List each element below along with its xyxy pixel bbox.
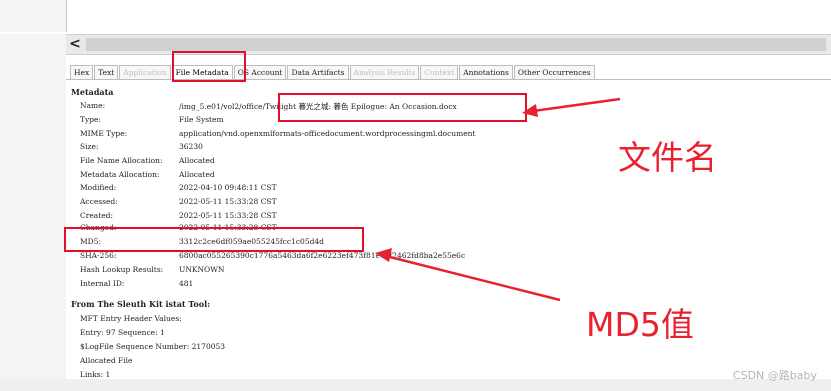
watermark: CSDN @路baby <box>732 369 817 382</box>
filename-arrowhead-icon <box>522 104 538 117</box>
md5-arrowhead-icon <box>375 248 392 262</box>
filename-annotation: 文件名 <box>618 138 717 177</box>
filename-arrow <box>525 97 621 114</box>
annotation-arrows <box>375 97 621 302</box>
md5-arrow <box>381 253 561 302</box>
md5-annotation: MD5值 <box>586 305 694 344</box>
